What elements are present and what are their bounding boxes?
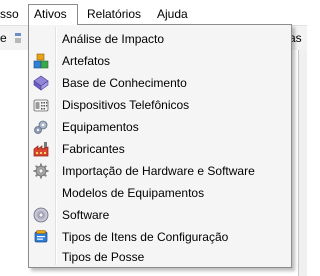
menu-item-software[interactable]: Software — [31, 204, 289, 226]
menu-item-label: Software — [62, 208, 110, 222]
menu-item-label: Dispositivos Telefônicos — [62, 98, 190, 112]
menu-relatorios[interactable]: Relatórios — [87, 4, 141, 25]
menu-item-base-de-conhecimento[interactable]: Base de Conhecimento — [31, 72, 289, 94]
menu-ajuda[interactable]: Ajuda — [157, 4, 188, 25]
gears-icon — [34, 120, 48, 134]
config-items-icon — [34, 230, 48, 243]
menu-item-label: Artefatos — [62, 54, 111, 68]
menu-processo[interactable]: sso — [0, 4, 19, 25]
menu-item-label: Análise de Impacto — [62, 32, 165, 46]
disc-icon — [33, 207, 49, 223]
menu-item-artefatos[interactable]: Artefatos — [31, 50, 289, 72]
menu-item-label: Base de Conhecimento — [62, 76, 187, 90]
menu-item-label: Tipos de Itens de Configuração — [62, 230, 229, 244]
menu-item-label: Equipamentos — [62, 120, 139, 134]
menu-bar: sso Ativos Relatórios Ajuda — [0, 4, 307, 25]
toolbar-partial-label-left[interactable]: e — [0, 26, 7, 50]
menu-item-label: Importação de Hardware e Software — [62, 164, 255, 178]
menu-item-fabricantes[interactable]: Fabricantes — [31, 138, 289, 160]
menu-ativos[interactable]: Ativos — [28, 4, 78, 25]
factory-icon — [33, 142, 49, 157]
knowledge-base-icon — [33, 75, 49, 91]
ativos-dropdown-menu: Análise de Impacto Artefatos Base de Con… — [28, 24, 292, 268]
gear-icon — [33, 163, 49, 179]
toolbar-tool-icon[interactable] — [14, 32, 22, 44]
telephone-icon — [33, 99, 49, 112]
menu-item-modelos-de-equipamentos[interactable]: Modelos de Equipamentos — [31, 182, 289, 204]
window-right-edge — [298, 50, 307, 276]
menu-item-tipos-itens-configuracao[interactable]: Tipos de Itens de Configuração — [31, 226, 289, 248]
menu-item-label: Fabricantes — [62, 142, 125, 156]
menu-item-dispositivos-telefonicos[interactable]: Dispositivos Telefônicos — [31, 94, 289, 116]
artifacts-icon — [33, 53, 49, 69]
menu-item-label: Tipos de Posse — [62, 250, 145, 264]
menu-item-analise-de-impacto[interactable]: Análise de Impacto — [31, 28, 289, 50]
menu-item-label: Modelos de Equipamentos — [62, 186, 205, 200]
menu-item-tipos-de-posse[interactable]: Tipos de Posse — [31, 248, 289, 266]
menu-item-equipamentos[interactable]: Equipamentos — [31, 116, 289, 138]
menu-item-importacao-hardware-software[interactable]: Importação de Hardware e Software — [31, 160, 289, 182]
